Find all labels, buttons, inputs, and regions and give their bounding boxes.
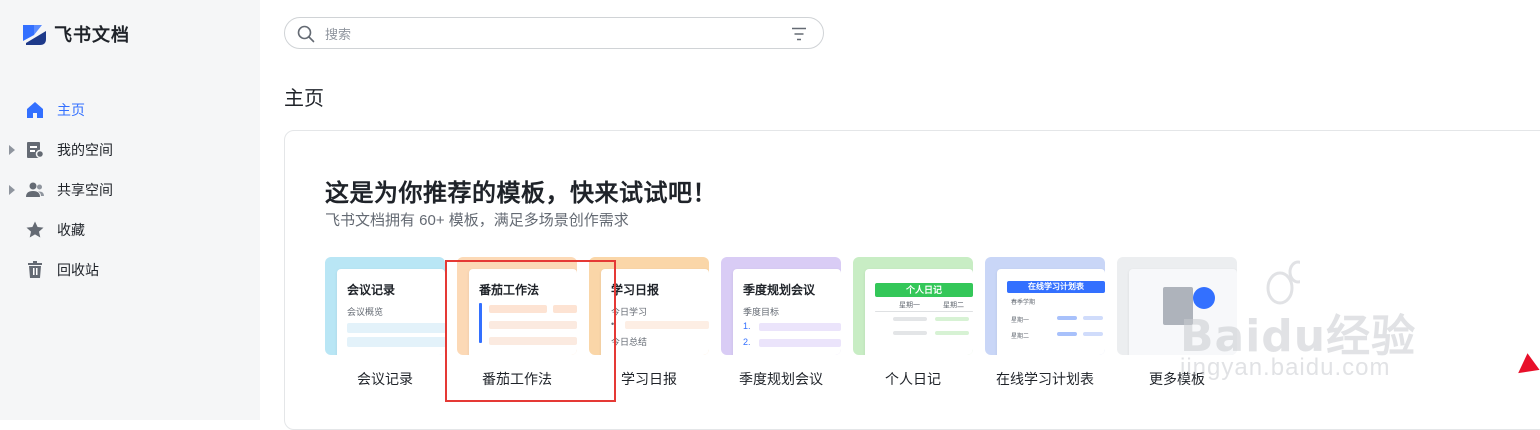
template-card-study-plan[interactable]: 在线学习计划表 春季学期 星期一 星期二 在线学习计划表 [985, 257, 1105, 389]
thumb-bar [893, 317, 927, 321]
template-card-meeting-notes[interactable]: 会议记录 会议概览 会议记录 [325, 257, 445, 389]
template-thumbnail: 个人日记 星期一 星期二 [853, 257, 973, 355]
my-space-icon [25, 140, 45, 160]
thumb-text: 季度目标 [743, 307, 780, 317]
thumb-bar [489, 305, 547, 313]
thumb-table-row [347, 323, 445, 333]
thumb-bar [759, 323, 841, 331]
thumb-title: 在线学习计划表 [1007, 281, 1105, 293]
sidebar-item-trash[interactable]: 回收站 [0, 250, 260, 290]
app-logo[interactable]: 飞书文档 [20, 20, 130, 48]
thumb-text: 2. [743, 337, 751, 347]
thumb-text: 星期一 [1011, 318, 1030, 324]
template-thumbnail: 番茄工作法 [457, 257, 577, 355]
thumb-text: 1. [743, 321, 751, 331]
template-card-study-daily[interactable]: 学习日报 今日学习 • 今日总结 学习日报 [589, 257, 709, 389]
sidebar-item-home[interactable]: 主页 [0, 90, 260, 130]
sidebar-item-my-space[interactable]: 我的空间 [0, 130, 260, 170]
thumb-text: • [611, 319, 615, 329]
feishu-docs-logo-icon [23, 25, 46, 45]
shared-space-icon [25, 180, 45, 200]
thumb-text: 星期二 [943, 302, 964, 309]
watermark-url: jingyan.baidu.com [1180, 354, 1391, 381]
sidebar-item-label: 主页 [57, 102, 85, 118]
template-thumbnail: 会议记录 会议概览 [325, 257, 445, 355]
sidebar-item-label: 共享空间 [57, 182, 113, 198]
thumb-table-row [347, 337, 445, 347]
thumb-accent-line [479, 303, 482, 343]
thumb-bar [1057, 316, 1077, 320]
sidebar-item-shared-space[interactable]: 共享空间 [0, 170, 260, 210]
thumb-bar [1057, 332, 1077, 336]
search-icon [297, 25, 315, 43]
thumb-title: 会议记录 [347, 283, 396, 297]
thumb-bar [935, 331, 969, 335]
trash-icon [25, 260, 45, 280]
thumb-title: 季度规划会议 [743, 283, 816, 297]
sidebar-item-favorites[interactable]: 收藏 [0, 210, 260, 250]
thumb-bar [489, 337, 577, 345]
sidebar-nav: 主页 我的空间 共享空间 收藏 回收站 [0, 90, 260, 290]
template-label: 番茄工作法 [482, 371, 552, 387]
template-label: 个人日记 [885, 371, 941, 387]
thumb-text: 春季学期 [1011, 300, 1036, 306]
expand-caret-icon[interactable] [9, 185, 15, 195]
thumb-text: 今日总结 [611, 337, 648, 347]
app-name: 飞书文档 [54, 25, 130, 45]
thumb-bar [625, 321, 709, 329]
sidebar-item-label: 回收站 [57, 262, 99, 278]
search-bar[interactable] [284, 17, 824, 49]
thumb-bar [553, 305, 577, 313]
thumb-bar [759, 339, 841, 347]
thumb-bar [893, 331, 927, 335]
thumb-bar [489, 321, 577, 329]
thumb-bar [935, 317, 969, 321]
home-icon [25, 100, 45, 120]
template-label: 学习日报 [621, 371, 677, 387]
thumb-text: 星期二 [1011, 334, 1030, 340]
baidu-jingyan-watermark: Baidu经验 jingyan.baidu.com [1180, 250, 1470, 390]
template-label: 季度规划会议 [739, 371, 823, 387]
sidebar-item-label: 我的空间 [57, 142, 113, 158]
recommend-subheading: 飞书文档拥有 60+ 模板，满足多场景创作需求 [325, 212, 629, 229]
thumb-bar [1083, 332, 1103, 336]
template-thumbnail: 学习日报 今日学习 • 今日总结 [589, 257, 709, 355]
expand-caret-icon[interactable] [9, 145, 15, 155]
thumb-divider [875, 311, 973, 312]
thumb-text: 星期一 [899, 302, 920, 309]
sidebar-item-label: 收藏 [57, 222, 85, 238]
search-input[interactable] [325, 24, 765, 44]
thumb-text: 会议概览 [347, 307, 384, 317]
template-card-personal-diary[interactable]: 个人日记 星期一 星期二 个人日记 [853, 257, 973, 389]
template-thumbnail: 季度规划会议 季度目标 1. 2. [721, 257, 841, 355]
recommend-heading: 这是为你推荐的模板，快来试试吧！ [325, 180, 717, 207]
filter-icon[interactable] [791, 27, 807, 41]
sidebar: 飞书文档 主页 我的空间 共享空间 收藏 回收站 [0, 0, 260, 420]
template-label: 在线学习计划表 [996, 371, 1094, 387]
template-card-pomodoro[interactable]: 番茄工作法 番茄工作法 [457, 257, 577, 389]
template-card-quarterly-planning[interactable]: 季度规划会议 季度目标 1. 2. 季度规划会议 [721, 257, 841, 389]
thumb-title: 番茄工作法 [479, 283, 540, 297]
page-title: 主页 [284, 88, 324, 110]
thumb-bar [1083, 316, 1103, 320]
thumb-text: 今日学习 [611, 307, 648, 317]
thumb-title: 学习日报 [611, 283, 660, 297]
thumb-title: 个人日记 [875, 283, 973, 297]
star-icon [25, 220, 45, 240]
template-label: 会议记录 [357, 371, 413, 387]
template-thumbnail: 在线学习计划表 春季学期 星期一 星期二 [985, 257, 1105, 355]
